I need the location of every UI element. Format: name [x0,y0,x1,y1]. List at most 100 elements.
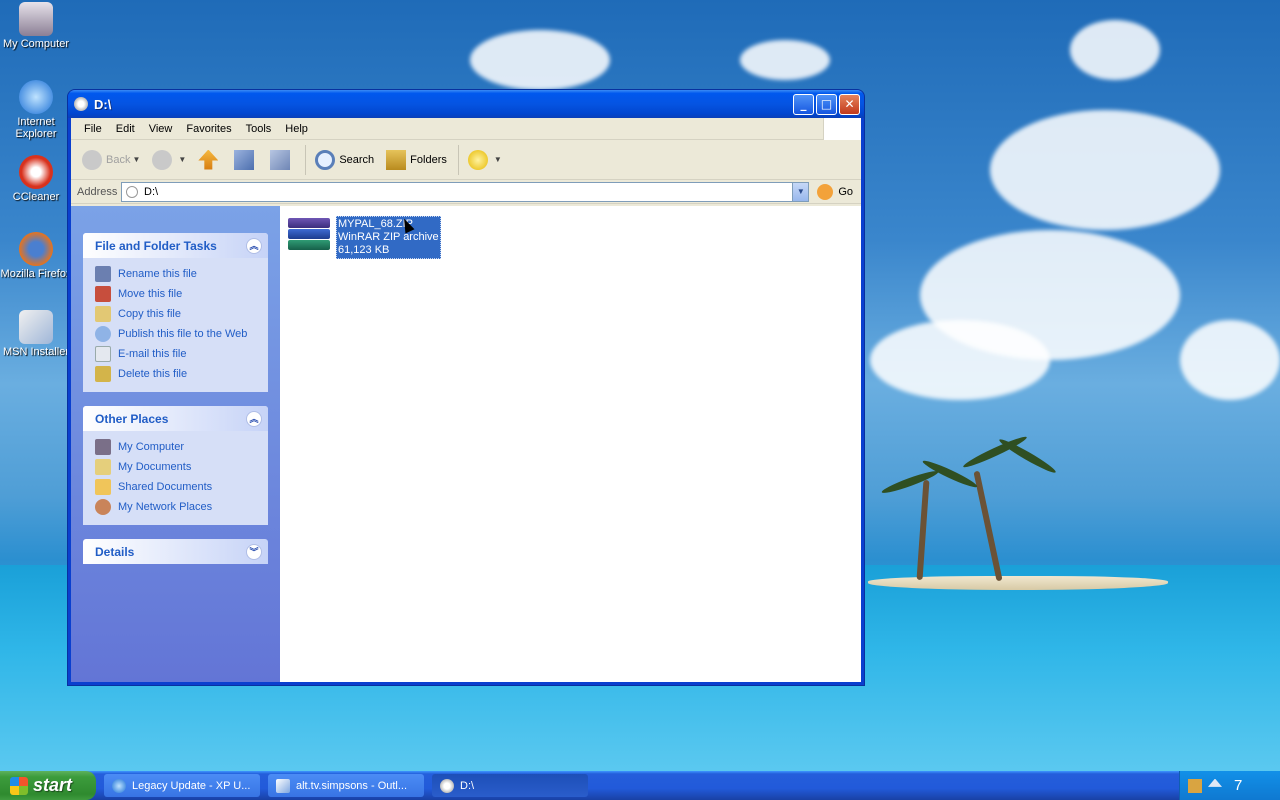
clock[interactable]: 7 [1234,777,1242,794]
panel-title: File and Folder Tasks [95,238,217,253]
back-button[interactable]: Back ▼ [77,147,145,173]
file-list[interactable]: MYPAL_68.ZIP WinRAR ZIP archive 61,123 K… [280,206,861,682]
details-panel: Details ︾ [83,539,268,564]
address-input[interactable]: D:\ ▼ [121,181,810,202]
taskbar-item-outlook[interactable]: alt.tv.simpsons - Outl... [268,774,424,797]
copy-icon [95,306,111,322]
computer-icon [19,2,53,36]
panel-title: Details [95,544,135,559]
desktop-icon-label: My Computer [2,38,70,50]
eject-icon[interactable] [1208,778,1222,787]
outlook-express-icon [276,778,290,793]
tray-app-icon[interactable] [1188,778,1202,793]
menu-help[interactable]: Help [278,121,315,137]
task-move[interactable]: Move this file [95,284,268,304]
collapse-icon[interactable]: ︽ [246,410,262,427]
desktop-icon-label: Mozilla Firefox [0,268,72,280]
views-button[interactable]: ▼ [463,147,507,173]
taskbar: start Legacy Update - XP U... alt.tv.sim… [0,771,1280,800]
go-button[interactable]: Go [809,183,861,200]
move-icon [95,286,111,302]
menu-view[interactable]: View [142,121,180,137]
close-button[interactable]: ✕ [839,93,860,115]
task-publish[interactable]: Publish this file to the Web [95,324,268,344]
desktop-icon-my-computer[interactable]: My Computer [0,2,74,50]
task-label: E-mail this file [118,348,187,360]
toolbar-separator [457,144,459,175]
file-item[interactable]: MYPAL_68.ZIP WinRAR ZIP archive 61,123 K… [288,216,441,259]
menu-file[interactable]: File [77,121,109,137]
search-button[interactable]: Search [310,147,379,173]
delete-button[interactable] [265,147,299,173]
task-label: Delete this file [118,368,188,380]
chevron-down-icon: ▼ [132,155,141,164]
file-type: WinRAR ZIP archive [338,231,439,243]
back-arrow-icon [82,149,102,170]
file-folder-tasks-panel: File and Folder Tasks ︽ Rename this file… [83,233,268,392]
panel-header[interactable]: File and Folder Tasks ︽ [83,233,268,258]
go-arrow-icon [817,183,834,200]
desktop-icon-label: Internet Explorer [15,116,57,140]
task-copy[interactable]: Copy this file [95,304,268,324]
place-label: My Documents [118,461,192,473]
folders-icon [386,149,407,170]
taskbar-item-label: D:\ [460,779,475,792]
menu-tools[interactable]: Tools [239,121,279,137]
chevron-down-icon: ▼ [493,155,502,164]
taskbar-item-label: Legacy Update - XP U... [132,779,251,792]
task-pane: File and Folder Tasks ︽ Rename this file… [71,206,280,682]
place-my-computer[interactable]: My Computer [95,437,268,457]
forward-button[interactable]: ▼ [147,147,191,173]
go-label: Go [838,185,853,198]
minimize-button[interactable]: _ [793,93,814,115]
panel-header[interactable]: Other Places ︽ [83,406,268,431]
place-my-documents[interactable]: My Documents [95,457,268,477]
start-label: start [33,775,73,795]
maximize-button[interactable]: □ [816,93,837,115]
address-label: Address [77,185,118,198]
folders-label: Folders [410,153,447,166]
desktop-icon-msn-installer[interactable]: MSN Installer [0,310,74,358]
delete-icon [95,366,111,382]
place-label: Shared Documents [118,481,213,493]
task-delete[interactable]: Delete this file [95,364,268,384]
up-arrow-icon [198,149,219,170]
title-bar[interactable]: D:\ _ □ ✕ [68,90,864,118]
toolbar: Back ▼ ▼ Search Folders ▼ [71,140,861,180]
task-rename[interactable]: Rename this file [95,264,268,284]
explorer-window: D:\ _ □ ✕ File Edit View Favorites Tools… [67,89,865,686]
place-label: My Computer [118,441,185,453]
search-icon [315,149,336,170]
desktop-icon-label: CCleaner [12,191,60,203]
address-dropdown-button[interactable]: ▼ [792,182,809,201]
smiley-icon [467,149,488,170]
taskbar-item-legacy-update[interactable]: Legacy Update - XP U... [104,774,260,797]
taskbar-item-explorer[interactable]: D:\ [432,774,588,797]
task-email[interactable]: E-mail this file [95,344,268,364]
menu-bar: File Edit View Favorites Tools Help [71,118,861,140]
collapse-icon[interactable]: ︽ [246,237,262,254]
windows-flag-icon [10,776,28,795]
address-value: D:\ [144,185,159,198]
panel-header[interactable]: Details ︾ [83,539,268,564]
up-folder-button[interactable] [193,147,227,173]
desktop-icon-internet-explorer[interactable]: Internet Explorer [0,80,74,140]
folder-icon [95,479,111,495]
start-button[interactable]: start [0,771,96,800]
place-shared-documents[interactable]: Shared Documents [95,477,268,497]
expand-icon[interactable]: ︾ [246,543,262,560]
menu-favorites[interactable]: Favorites [179,121,238,137]
menu-edit[interactable]: Edit [109,121,142,137]
desktop-icon-label: MSN Installer [2,346,70,358]
place-my-network-places[interactable]: My Network Places [95,497,268,517]
file-label-selected[interactable]: MYPAL_68.ZIP WinRAR ZIP archive 61,123 K… [336,216,441,259]
desktop-icon-firefox[interactable]: Mozilla Firefox [0,232,74,280]
window-title: D:\ [94,96,112,112]
file-size: 61,123 KB [338,244,390,256]
task-label: Rename this file [118,268,197,280]
system-tray: 7 [1179,771,1280,800]
new-folder-button[interactable] [229,147,263,173]
folders-button[interactable]: Folders [381,147,452,173]
toolbar-separator [305,144,307,175]
desktop-icon-ccleaner[interactable]: CCleaner [0,155,74,203]
